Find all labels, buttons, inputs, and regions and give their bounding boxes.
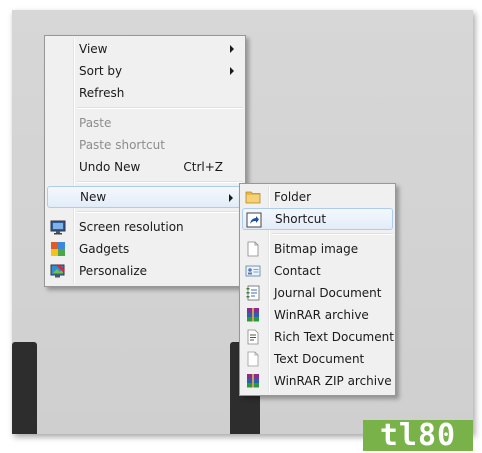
personalize-icon xyxy=(50,264,65,278)
menu-separator xyxy=(77,211,243,213)
desktop-window-left xyxy=(12,342,37,434)
shortcut-text: Ctrl+Z xyxy=(183,160,223,174)
menu-item-paste[interactable]: Paste xyxy=(47,112,243,134)
monitor-icon xyxy=(50,220,66,235)
submenu-arrow-icon xyxy=(229,194,233,202)
menu-item-personalize[interactable]: Personalize xyxy=(47,260,243,282)
shortcut-icon xyxy=(246,212,262,228)
menu-separator xyxy=(272,233,393,235)
menu-item-sort-by[interactable]: Sort by xyxy=(47,60,243,82)
menu-item-view[interactable]: View xyxy=(47,38,243,60)
contact-icon xyxy=(245,265,261,277)
menu-separator xyxy=(77,107,243,109)
menu-separator xyxy=(77,181,243,183)
winrar-icon xyxy=(247,308,259,322)
submenu-item-rich-text-document[interactable]: Rich Text Document xyxy=(242,326,394,348)
journal-icon xyxy=(246,285,260,301)
menu-item-gadgets[interactable]: Gadgets xyxy=(47,238,243,260)
bitmap-icon xyxy=(247,241,259,257)
new-submenu: Folder Shortcut Bitmap image Contact Jou… xyxy=(239,183,396,396)
winrar-zip-icon xyxy=(247,374,259,388)
gadgets-icon xyxy=(51,242,65,256)
submenu-item-bitmap-image[interactable]: Bitmap image xyxy=(242,238,393,260)
submenu-item-shortcut[interactable]: Shortcut xyxy=(242,208,393,230)
rich-text-icon xyxy=(247,329,259,345)
submenu-item-contact[interactable]: Contact xyxy=(242,260,393,282)
menu-item-refresh[interactable]: Refresh xyxy=(47,82,243,104)
menu-item-new[interactable]: New xyxy=(47,186,243,208)
watermark-logo: tl80 xyxy=(363,420,473,451)
menu-item-undo-new[interactable]: Undo New Ctrl+Z xyxy=(47,156,243,178)
context-menu: View Sort by Refresh Paste Paste shortcu… xyxy=(44,35,246,287)
submenu-item-folder[interactable]: Folder xyxy=(242,186,393,208)
submenu-arrow-icon xyxy=(230,45,234,53)
submenu-item-text-document[interactable]: Text Document xyxy=(242,348,393,370)
menu-item-paste-shortcut[interactable]: Paste shortcut xyxy=(47,134,243,156)
submenu-arrow-icon xyxy=(230,67,234,75)
menu-item-screen-resolution[interactable]: Screen resolution xyxy=(47,216,243,238)
text-document-icon xyxy=(247,351,259,367)
submenu-item-journal-document[interactable]: Journal Document xyxy=(242,282,393,304)
folder-icon xyxy=(245,191,261,204)
submenu-item-winrar-archive[interactable]: WinRAR archive xyxy=(242,304,393,326)
submenu-item-winrar-zip-archive[interactable]: WinRAR ZIP archive xyxy=(242,370,393,392)
